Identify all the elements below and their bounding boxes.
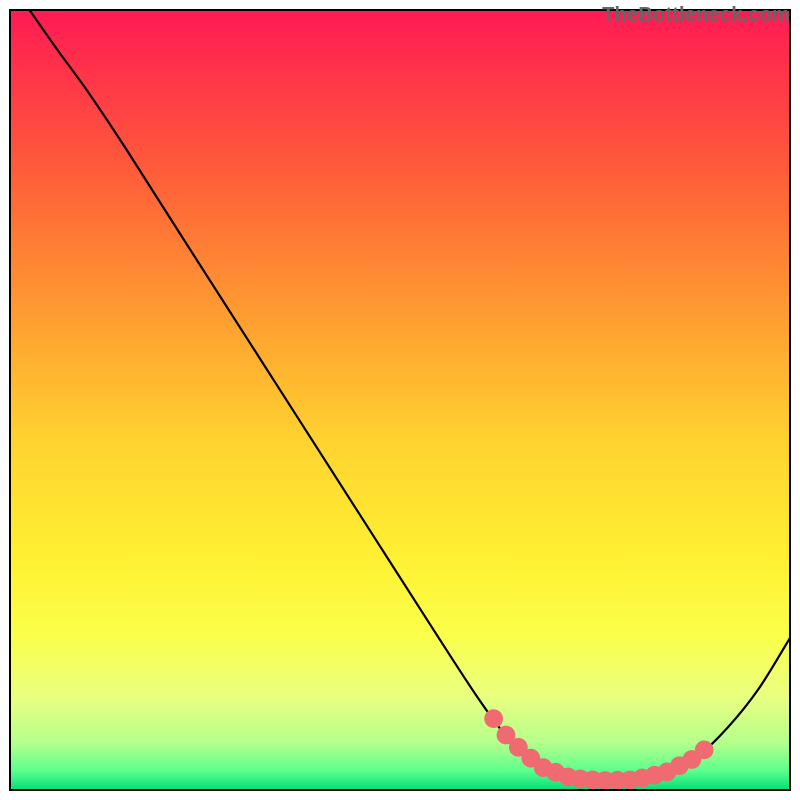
attribution-watermark: TheBottleneck.com (602, 4, 790, 27)
bottleneck-chart (0, 0, 800, 800)
gradient-background (10, 10, 790, 790)
chart-container: TheBottleneck.com (0, 0, 800, 800)
marker-dot (484, 709, 503, 728)
marker-dot (695, 740, 714, 759)
